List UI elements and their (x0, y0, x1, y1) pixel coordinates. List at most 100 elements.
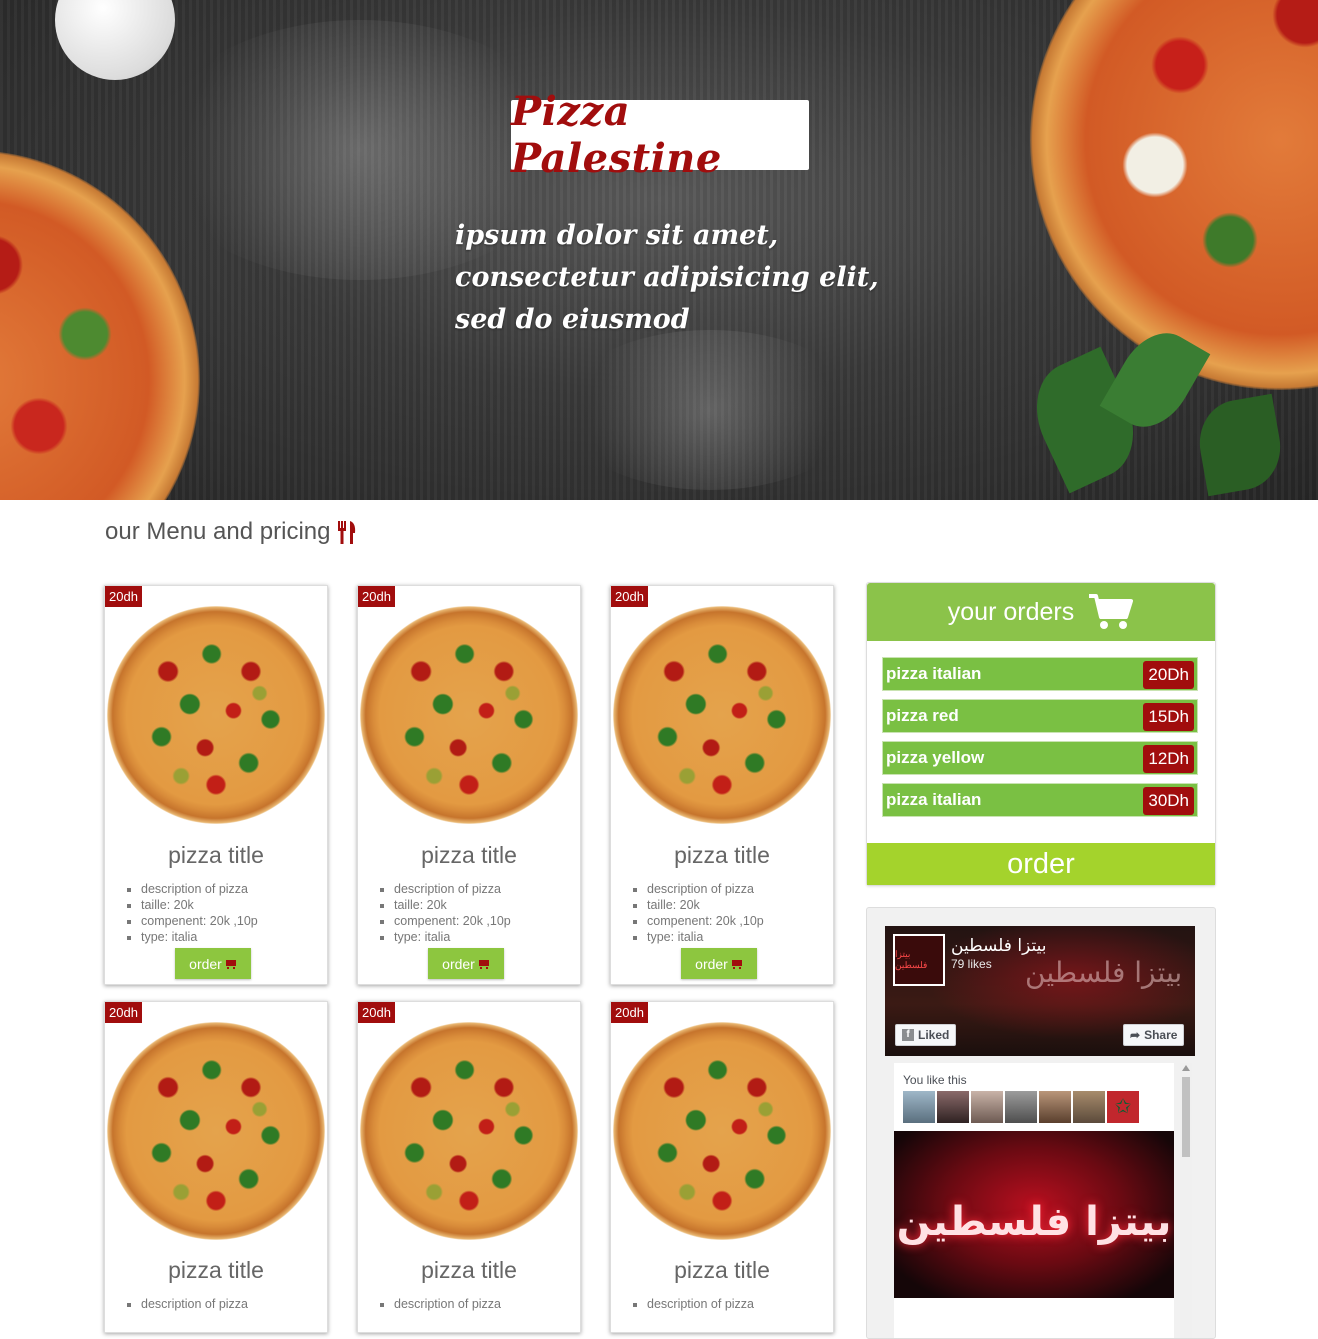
avatar[interactable] (971, 1091, 1003, 1123)
you-like-this: You like this (903, 1073, 967, 1087)
pizza-card: 20dh pizza title description of pizza (610, 1001, 834, 1333)
price-badge: 20dh (105, 1002, 142, 1023)
share-button[interactable]: ➦ Share (1123, 1024, 1185, 1046)
brand-name: Pizza Palestine (511, 88, 722, 182)
basil-leaf (1192, 393, 1288, 497)
menu-heading: our Menu and pricing (105, 518, 358, 546)
liked-button[interactable]: f Liked (895, 1024, 957, 1046)
order-item-amount: 20Dh (1143, 661, 1194, 689)
detail-item: type: italia (647, 929, 764, 945)
facebook-page-name[interactable]: بيتزا فلسطين (951, 936, 1046, 956)
pizza-details: description of pizza taille: 20k compene… (121, 881, 258, 945)
feed-scrollbar[interactable] (1180, 1063, 1192, 1338)
order-item[interactable]: pizza yellow 12Dh (882, 741, 1198, 775)
avatar[interactable] (1073, 1091, 1105, 1123)
order-item[interactable]: pizza italian 20Dh (882, 657, 1198, 691)
orders-title: your orders (947, 597, 1075, 626)
pizza-image (613, 1022, 831, 1240)
cart-icon (478, 959, 490, 969)
page-logo-text: بيتزا فلسطين (895, 949, 928, 970)
pizza-details: description of pizza taille: 20k compene… (627, 881, 764, 945)
order-item-amount: 12Dh (1143, 745, 1194, 773)
detail-item: description of pizza (394, 1296, 501, 1312)
order-button[interactable]: order (428, 948, 504, 979)
page-photo[interactable]: بيتزا فلسطين (894, 1131, 1174, 1298)
egg-image (55, 0, 175, 80)
pizza-card: 20dh pizza title description of pizza ta… (610, 585, 834, 985)
order-item[interactable]: pizza italian 30Dh (882, 783, 1198, 817)
brand-logo[interactable]: Pizza Palestine (511, 88, 809, 182)
order-button-label: order (442, 955, 475, 972)
pizza-card: 20dh pizza title description of pizza ta… (104, 585, 328, 985)
price-badge: 20dh (358, 1002, 395, 1023)
order-item-amount: 30Dh (1143, 787, 1194, 815)
detail-item: description of pizza (141, 1296, 248, 1312)
place-order-button[interactable]: order (867, 843, 1215, 885)
scrollbar-thumb[interactable] (1182, 1077, 1190, 1157)
orders-panel: your orders pizza italian 20Dh pizza red… (866, 582, 1216, 886)
price-badge: 20dh (611, 1002, 648, 1023)
price-badge: 20dh (358, 586, 395, 607)
detail-item: compenent: 20k ,10p (141, 913, 258, 929)
avatar[interactable] (903, 1091, 935, 1123)
pizza-title: pizza title (168, 842, 264, 868)
pizza-card: 20dh pizza title description of pizza (104, 1001, 328, 1333)
price-badge: 20dh (611, 586, 648, 607)
avatar[interactable] (1005, 1091, 1037, 1123)
facebook-icon: f (902, 1029, 914, 1041)
order-button[interactable]: order (175, 948, 251, 979)
pizza-image (107, 1022, 325, 1240)
menu-heading-text: our Menu and pricing (105, 518, 331, 545)
hero-banner: Pizza Palestine ipsum dolor sit amet, co… (0, 0, 1318, 500)
detail-item: type: italia (141, 929, 258, 945)
pizza-details: description of pizza (374, 1296, 501, 1312)
detail-item: type: italia (394, 929, 511, 945)
pizza-title: pizza title (168, 1257, 264, 1283)
facebook-page-widget: بيتزا فلسطين بيتزا فلسطين بيتزا فلسطين 7… (866, 907, 1216, 1339)
avatar[interactable] (937, 1091, 969, 1123)
pizza-details: description of pizza (627, 1296, 754, 1312)
flour-texture (560, 330, 860, 490)
photo-sign-text: بيتزا فلسطين (896, 1199, 1172, 1245)
detail-item: compenent: 20k ,10p (394, 913, 511, 929)
orders-header: your orders (867, 583, 1215, 641)
price-badge: 20dh (105, 586, 142, 607)
liked-button-label: Liked (918, 1028, 950, 1042)
hero-tagline: ipsum dolor sit amet, consectetur adipis… (455, 220, 879, 335)
utensils-icon (336, 519, 358, 545)
pizza-title: pizza title (674, 1257, 770, 1283)
order-item-name: pizza italian (886, 664, 982, 683)
facebook-feed[interactable]: You like this ✩ بيتزا فلسطين (894, 1063, 1174, 1338)
facebook-cover[interactable]: بيتزا فلسطين بيتزا فلسطين بيتزا فلسطين 7… (885, 926, 1195, 1056)
order-button[interactable]: order (681, 948, 757, 979)
order-item-name: pizza red (886, 706, 959, 725)
order-item[interactable]: pizza red 15Dh (882, 699, 1198, 733)
share-button-label: Share (1144, 1028, 1178, 1042)
scroll-up-icon[interactable] (1182, 1065, 1190, 1071)
detail-item: description of pizza (141, 881, 258, 897)
detail-item: taille: 20k (647, 897, 764, 913)
pizza-card: 20dh pizza title description of pizza (357, 1001, 581, 1333)
cart-icon (225, 959, 237, 969)
order-button-label: order (695, 955, 728, 972)
detail-item: compenent: 20k ,10p (647, 913, 764, 929)
detail-item: taille: 20k (141, 897, 258, 913)
detail-item: description of pizza (647, 1296, 754, 1312)
page-logo[interactable]: بيتزا فلسطين (893, 934, 945, 986)
avatar[interactable] (1039, 1091, 1071, 1123)
order-item-name: pizza yellow (886, 748, 985, 767)
pizza-card: 20dh pizza title description of pizza ta… (357, 585, 581, 985)
pizza-image-right (1030, 0, 1318, 390)
order-item-name: pizza italian (886, 790, 982, 809)
pizza-title: pizza title (421, 842, 517, 868)
avatar-flag[interactable]: ✩ (1107, 1091, 1139, 1123)
share-icon: ➦ (1130, 1028, 1141, 1042)
pizza-title: pizza title (421, 1257, 517, 1283)
cart-icon (731, 959, 743, 969)
pizza-details: description of pizza (121, 1296, 248, 1312)
pizza-image (613, 606, 831, 824)
facebook-likes-count: 79 likes (951, 957, 992, 971)
pizza-image (360, 1022, 578, 1240)
pizza-details: description of pizza taille: 20k compene… (374, 881, 511, 945)
shopping-cart-icon (1088, 593, 1134, 631)
